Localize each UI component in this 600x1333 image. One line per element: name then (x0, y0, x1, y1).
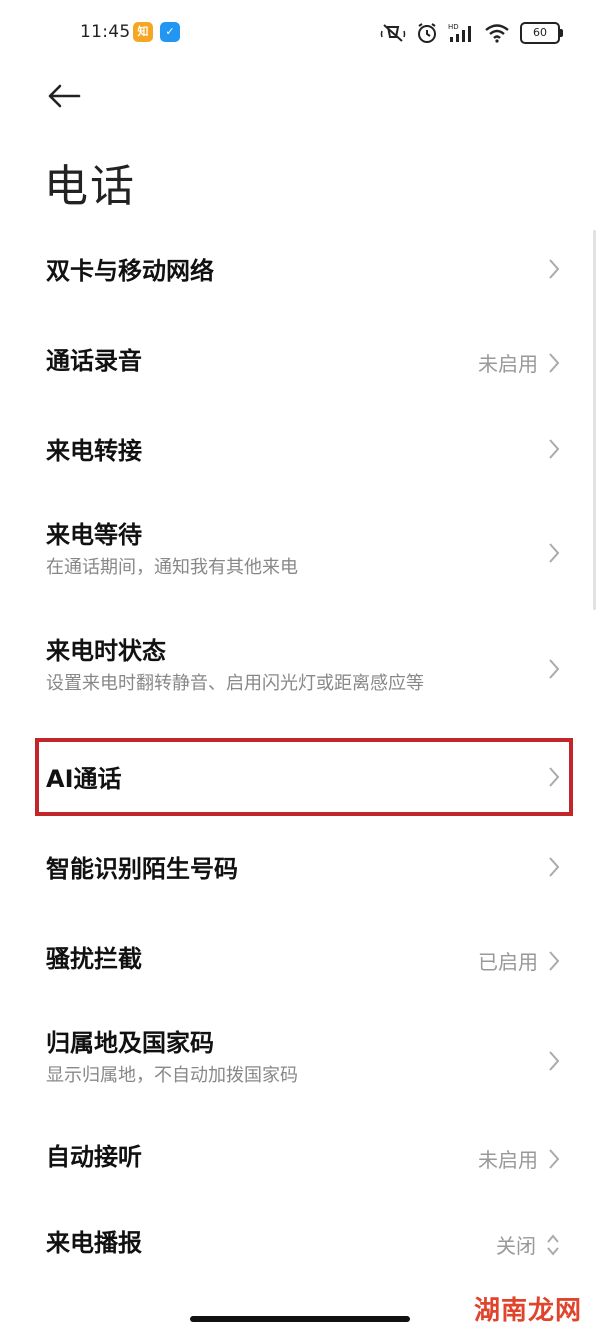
watermark: 湖南龙网 (473, 1296, 582, 1326)
setting-subtitle: 显示归属地，不自动加拨国家码 (46, 1065, 298, 1086)
status-bar: 11:45 知 ✓ HD 60 (0, 0, 600, 66)
setting-title: 通话录音 (46, 347, 142, 375)
setting-status: 已启用 (478, 950, 538, 974)
wifi-icon (485, 24, 509, 43)
setting-title: 智能识别陌生号码 (46, 855, 238, 883)
setting-title: 来电转接 (46, 437, 142, 465)
chevron-up-down-icon (547, 1233, 559, 1256)
setting-title: 归属地及国家码 (46, 1029, 214, 1057)
chevron-right-icon (549, 352, 560, 373)
setting-incoming-call-state[interactable]: 来电时状态 设置来电时翻转静音、启用闪光灯或距离感应等 (0, 612, 600, 734)
chevron-right-icon (549, 659, 560, 679)
setting-subtitle: 在通话期间，通知我有其他来电 (46, 557, 298, 578)
battery-icon: 60 (520, 22, 563, 44)
chevron-right-icon (549, 1051, 560, 1071)
setting-title: 自动接听 (46, 1143, 142, 1171)
setting-spam-blocking[interactable]: 骚扰拦截 已启用 (0, 914, 600, 1004)
back-button[interactable] (42, 76, 86, 116)
chevron-right-icon (549, 439, 560, 459)
highlight-box (35, 738, 573, 816)
chevron-right-icon (549, 259, 560, 279)
blue-app-icon: ✓ (160, 22, 180, 42)
setting-status: 未启用 (478, 352, 538, 376)
setting-title: 骚扰拦截 (46, 945, 142, 973)
setting-auto-answer[interactable]: 自动接听 未启用 (0, 1120, 600, 1210)
chevron-right-icon (549, 950, 560, 971)
setting-status: 未启用 (478, 1148, 538, 1172)
status-icons: HD 60 (380, 20, 563, 46)
svg-text:HD: HD (448, 23, 459, 31)
setting-call-recording[interactable]: 通话录音 未启用 (0, 316, 600, 406)
setting-status: 关闭 (496, 1234, 536, 1258)
setting-dual-sim[interactable]: 双卡与移动网络 (0, 226, 600, 316)
hd-signal-icon: HD (448, 23, 471, 42)
status-time: 11:45 (80, 22, 131, 42)
setting-title: 来电时状态 (46, 637, 166, 665)
zhihu-app-icon: 知 (133, 22, 153, 42)
setting-title: 来电等待 (46, 521, 142, 549)
setting-title: 来电播报 (46, 1229, 142, 1257)
alarm-icon (418, 23, 436, 43)
page-title: 电话 (44, 161, 136, 212)
setting-call-waiting[interactable]: 来电等待 在通话期间，通知我有其他来电 (0, 496, 600, 612)
setting-call-forwarding[interactable]: 来电转接 (0, 406, 600, 496)
setting-smart-caller-id[interactable]: 智能识别陌生号码 (0, 824, 600, 914)
setting-caller-announcement[interactable]: 来电播报 关闭 (0, 1210, 600, 1290)
chevron-right-icon (549, 1148, 560, 1169)
setting-title: 双卡与移动网络 (46, 257, 214, 285)
setting-location-country-code[interactable]: 归属地及国家码 显示归属地，不自动加拨国家码 (0, 1004, 600, 1120)
mute-vibrate-icon (380, 24, 406, 42)
setting-subtitle: 设置来电时翻转静音、启用闪光灯或距离感应等 (46, 673, 424, 694)
back-arrow-icon (48, 84, 81, 108)
chevron-right-icon (549, 543, 560, 563)
chevron-right-icon (549, 857, 560, 877)
home-indicator (190, 1316, 410, 1322)
